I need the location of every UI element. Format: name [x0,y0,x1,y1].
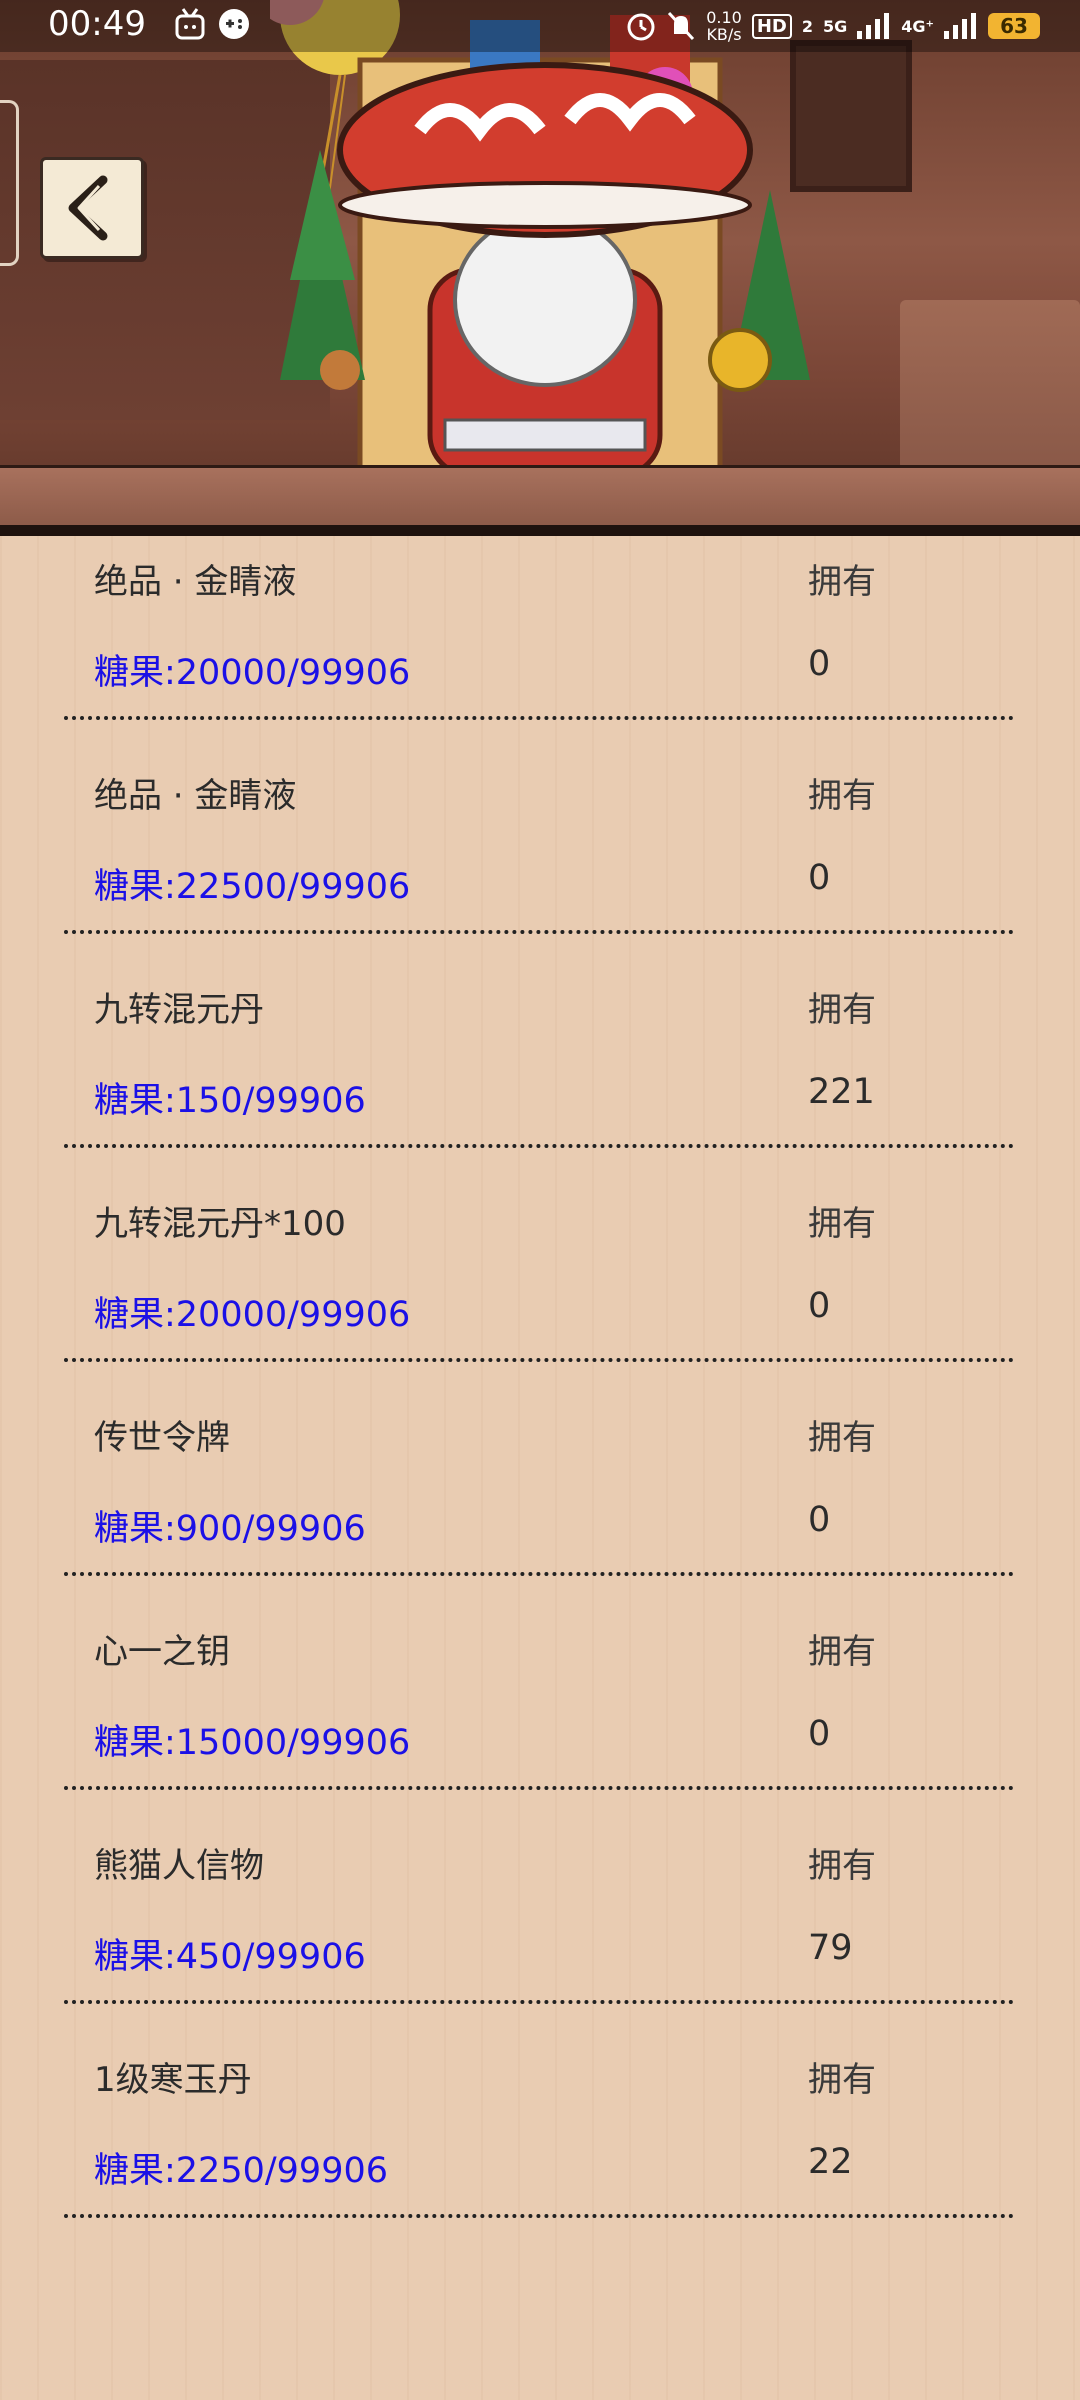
chevron-left-icon [68,175,108,241]
dotted-divider [64,2000,1014,2004]
shop-item-row[interactable]: 熊猫人信物 糖果:450/99906 拥有 79 [0,1820,1080,2034]
counter-edge [0,525,1080,536]
owned-count: 0 [808,1500,831,1540]
background-shelf [900,300,1080,470]
owned-count: 221 [808,1072,875,1112]
mute-icon [668,11,695,41]
item-name: 熊猫人信物 [94,1846,264,1886]
net-speed-value: 0.10 [706,8,742,27]
item-price: 糖果:150/99906 [94,1081,366,1121]
signal-bars-icon [857,13,890,39]
net-speed-unit: KB/s [706,25,742,44]
dotted-divider [64,1144,1014,1148]
side-edge-tab[interactable] [0,100,19,266]
item-name: 九转混元丹 [94,990,264,1030]
shop-counter [0,465,1080,528]
shop-item-row[interactable]: 心一之钥 糖果:15000/99906 拥有 0 [0,1606,1080,1820]
owned-label: 拥有 [808,1204,876,1244]
owned-count: 22 [808,2142,853,2182]
shop-item-row[interactable]: 九转混元丹 糖果:150/99906 拥有 221 [0,964,1080,1178]
shop-item-list[interactable]: 绝品 · 金睛液 糖果:20000/99906 拥有 0 绝品 · 金睛液 糖果… [0,536,1080,2400]
item-price: 糖果:450/99906 [94,1937,366,1977]
signal-bars-icon [944,13,976,39]
item-price: 糖果:15000/99906 [94,1723,411,1763]
owned-count: 0 [808,1286,831,1326]
owned-count: 79 [808,1928,853,1968]
owned-label: 拥有 [808,776,876,816]
owned-label: 拥有 [808,2060,876,2100]
shop-item-row[interactable]: 绝品 · 金睛液 糖果:20000/99906 拥有 0 [0,536,1080,750]
shop-item-row[interactable]: 九转混元丹*100 糖果:20000/99906 拥有 0 [0,1178,1080,1392]
owned-label: 拥有 [808,562,876,602]
owned-label: 拥有 [808,990,876,1030]
battery-indicator: 63 [988,13,1040,39]
item-name: 心一之钥 [94,1632,230,1672]
dotted-divider [64,1358,1014,1362]
item-name: 传世令牌 [94,1418,230,1458]
tv-app-icon [175,8,205,40]
item-price: 糖果:20000/99906 [94,1295,411,1335]
item-name: 九转混元丹*100 [94,1204,346,1244]
item-name: 绝品 · 金睛液 [94,562,297,602]
owned-label: 拥有 [808,1418,876,1458]
network-5g-label: 5G [823,16,848,36]
shop-header-scene [0,0,1080,536]
shop-item-row[interactable]: 绝品 · 金睛液 糖果:22500/99906 拥有 0 [0,750,1080,964]
dotted-divider [64,1572,1014,1576]
shop-item-row[interactable]: 1级寒玉丹 糖果:2250/99906 拥有 22 [0,2034,1080,2248]
item-price: 糖果:2250/99906 [94,2151,388,2191]
santa-merchant-character [270,0,810,475]
status-bar: 00:49 0.10 KB/s HD 2 5G 4G⁺ 63 [0,0,1080,52]
hd-badge: HD [751,13,792,39]
item-price: 糖果:900/99906 [94,1509,366,1549]
back-button[interactable] [40,157,144,259]
item-price: 糖果:22500/99906 [94,867,411,907]
dotted-divider [64,930,1014,934]
owned-count: 0 [808,644,831,684]
dotted-divider [64,2214,1014,2218]
item-price: 糖果:20000/99906 [94,653,411,693]
alarm-icon [627,13,655,41]
owned-count: 0 [808,1714,831,1754]
status-time: 00:49 [48,4,146,44]
item-name: 绝品 · 金睛液 [94,776,297,816]
net-speed: 0.10 KB/s [706,9,742,43]
gamepad-icon [219,9,249,39]
dotted-divider [64,1786,1014,1790]
network-4g-label: 4G⁺ [901,16,934,36]
dotted-divider [64,716,1014,720]
owned-count: 0 [808,858,831,898]
owned-label: 拥有 [808,1632,876,1672]
shop-item-row[interactable]: 传世令牌 糖果:900/99906 拥有 0 [0,1392,1080,1606]
item-name: 1级寒玉丹 [94,2060,252,2100]
sim-slot-label: 2 [801,16,814,36]
owned-label: 拥有 [808,1846,876,1886]
